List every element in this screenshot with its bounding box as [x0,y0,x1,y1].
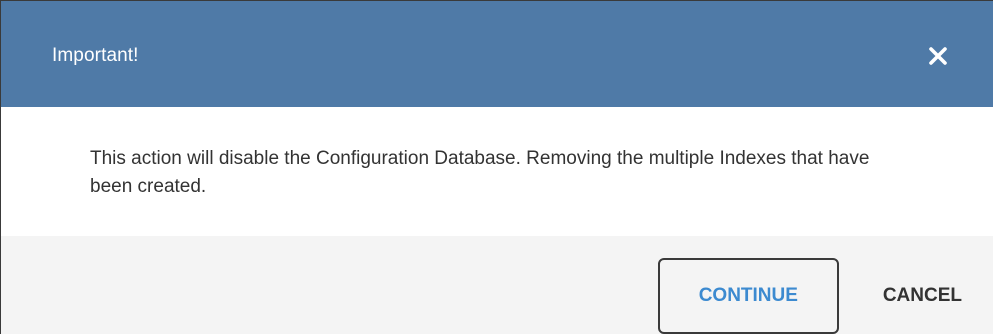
dialog-footer: CONTINUE CANCEL [1,236,993,334]
close-icon [929,46,947,65]
cancel-button[interactable]: CANCEL [883,258,962,334]
close-button[interactable] [925,43,951,69]
continue-button[interactable]: CONTINUE [657,258,839,334]
dialog-title: Important! [52,44,139,66]
dialog-header: Important! [1,1,993,107]
dialog-body: This action will disable the Configurati… [1,107,993,237]
dialog-message: This action will disable the Configurati… [90,148,870,197]
confirmation-dialog: Important! This action will disable the … [0,0,993,334]
